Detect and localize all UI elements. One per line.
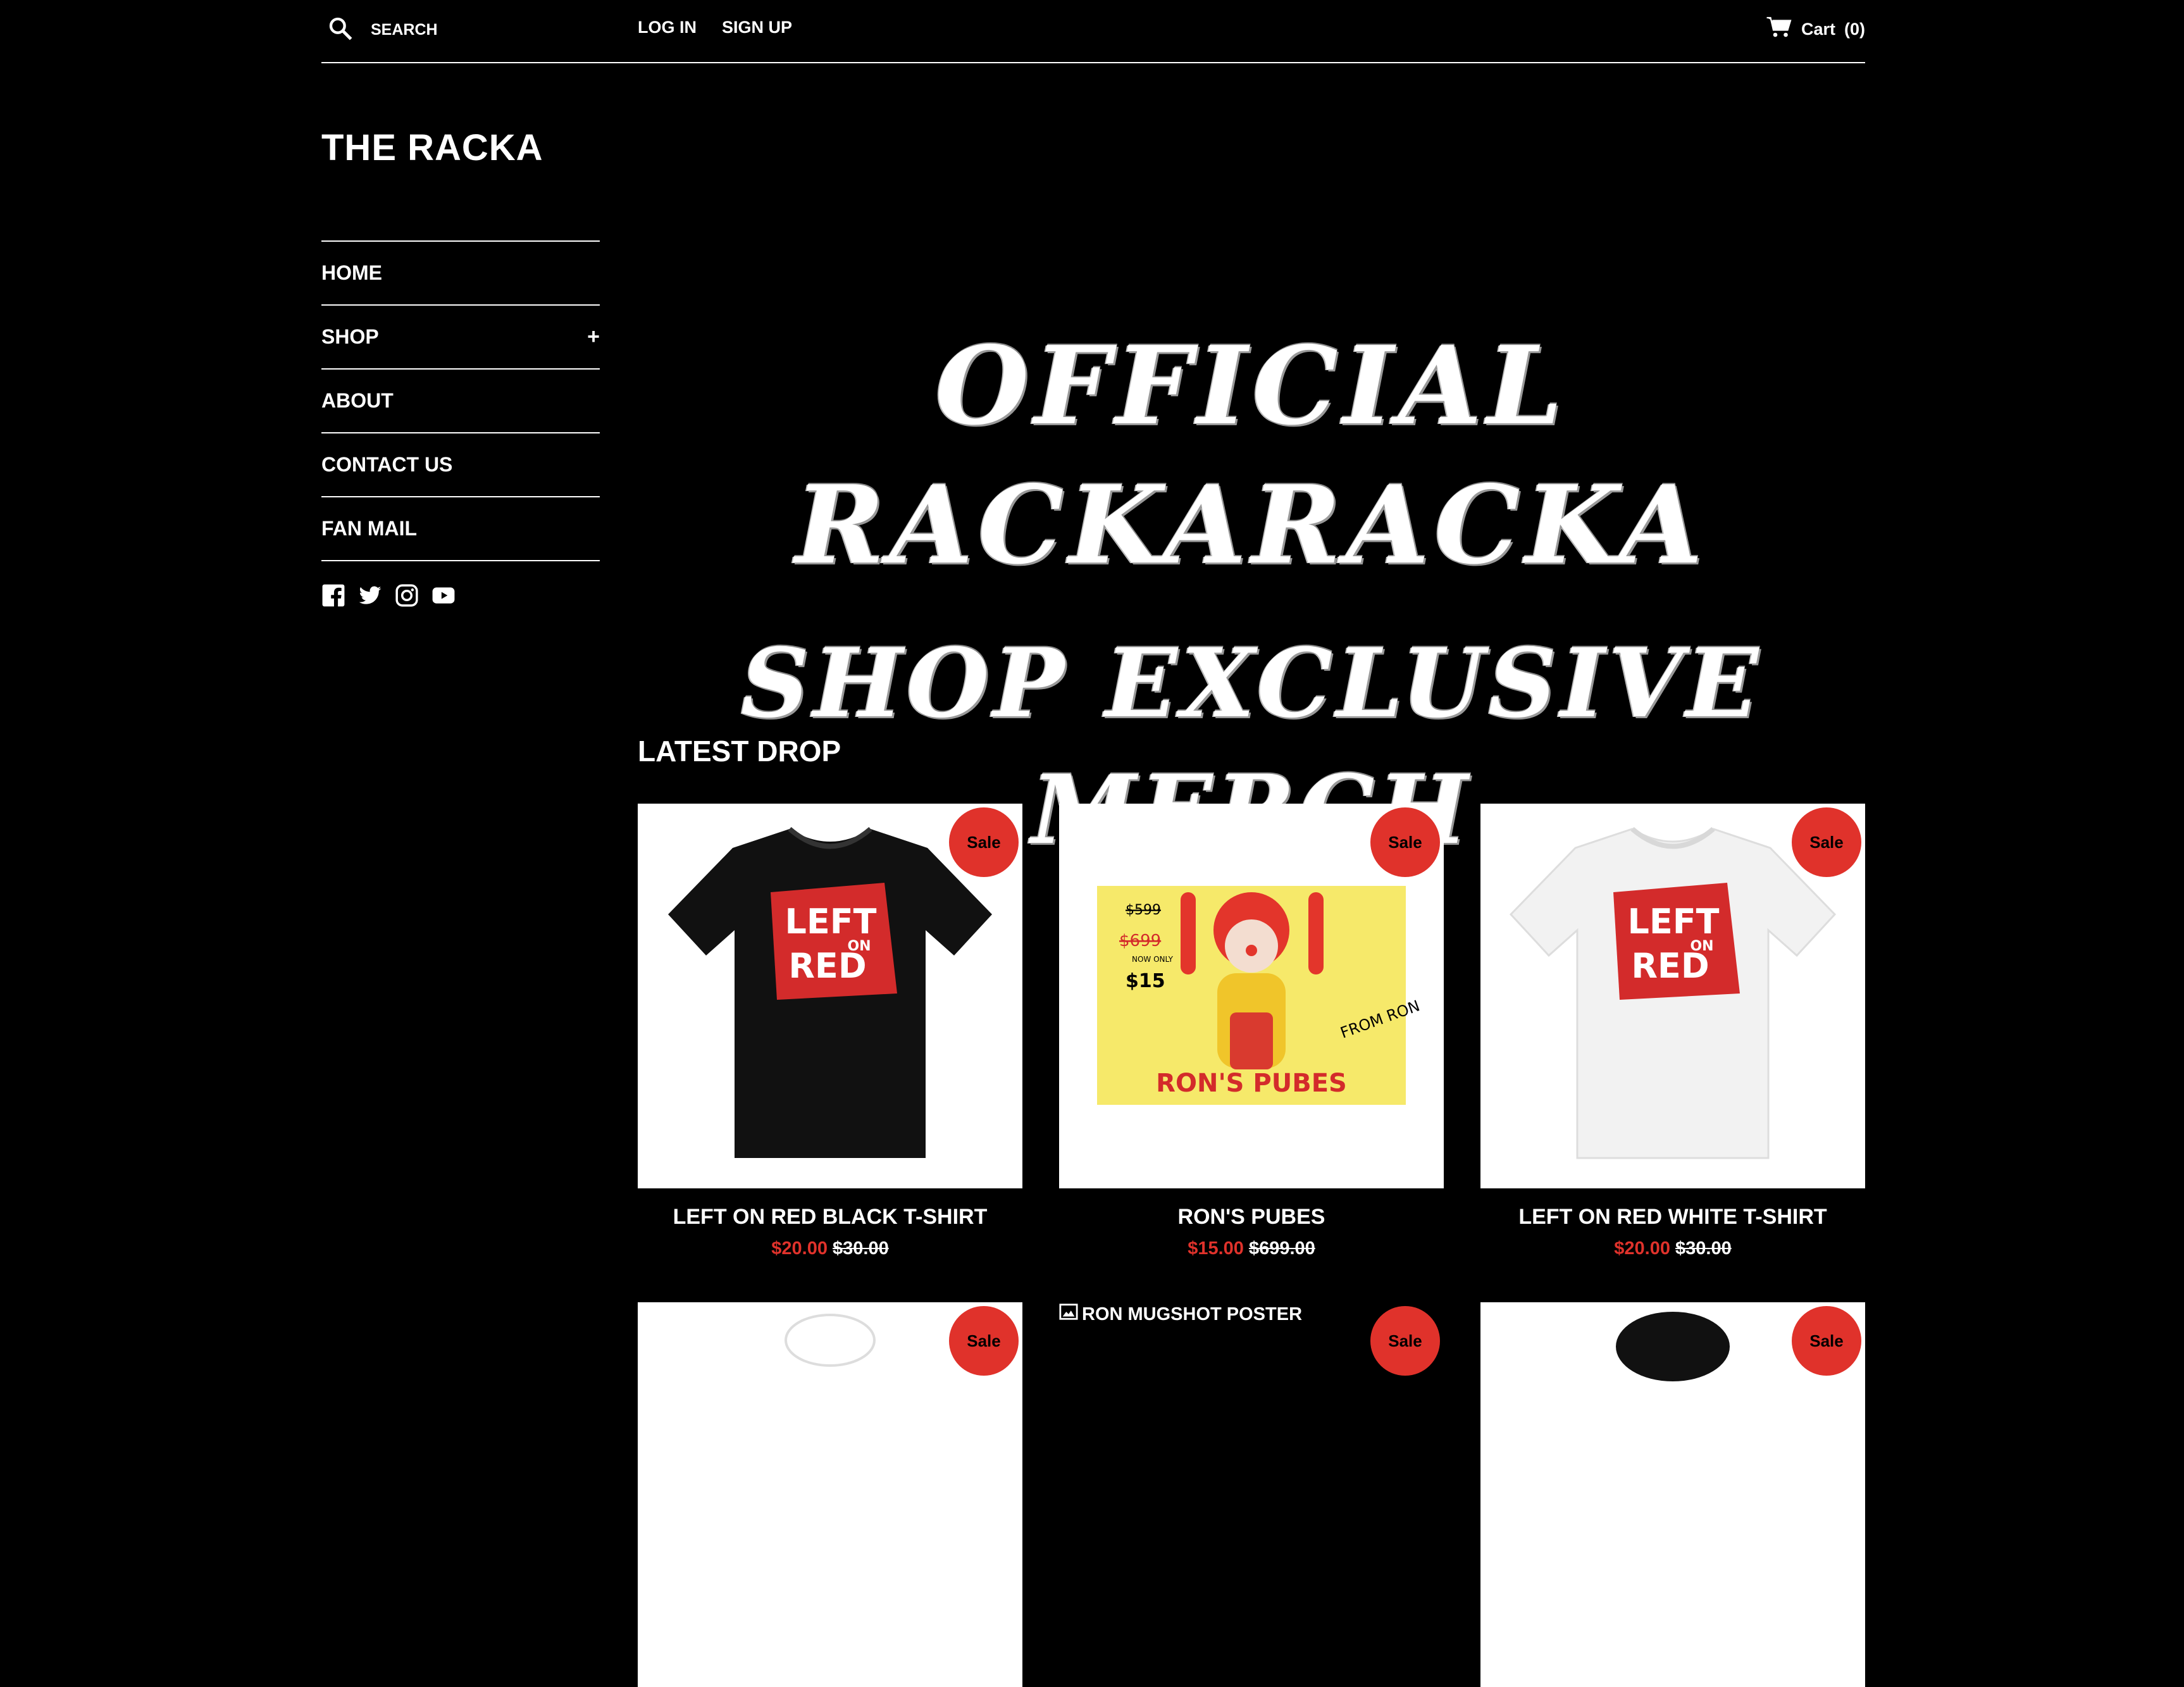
twitter-icon[interactable] bbox=[358, 583, 382, 611]
search-input[interactable] bbox=[369, 20, 612, 40]
sidebar-nav: HOME SHOP + ABOUT CONTACT US FAN MAIL bbox=[321, 240, 600, 561]
cart-icon bbox=[1766, 15, 1792, 44]
sidebar-item-label: SHOP bbox=[321, 325, 379, 348]
compare-price: $30.00 bbox=[1675, 1238, 1732, 1259]
sale-badge: Sale bbox=[1792, 1306, 1861, 1376]
product-card[interactable]: RON'S PUBES $599 $699 NOW ONLY $15 FROM … bbox=[1059, 804, 1444, 1259]
broken-image-icon bbox=[1059, 1302, 1078, 1326]
signup-link[interactable]: SIGN UP bbox=[722, 18, 792, 37]
product-card[interactable]: Sale bbox=[1480, 1302, 1865, 1687]
svg-text:NOW ONLY: NOW ONLY bbox=[1132, 955, 1174, 964]
site-logo[interactable]: THE RACKA bbox=[321, 127, 543, 169]
sale-badge: Sale bbox=[1370, 807, 1440, 877]
product-image-ron-mugshot-poster[interactable]: RON MUGSHOT POSTER Sale bbox=[1059, 1302, 1444, 1687]
sidebar-item-label: HOME bbox=[321, 261, 382, 284]
product-image[interactable]: Sale bbox=[638, 1302, 1022, 1687]
svg-text:RON'S PUBES: RON'S PUBES bbox=[1156, 1069, 1347, 1098]
hero-banner[interactable]: OFFICIAL RACKARACKA SHOP EXCLUSIVE MERCH bbox=[638, 304, 1865, 866]
sidebar-item-label: CONTACT US bbox=[321, 453, 453, 476]
compare-price: $30.00 bbox=[833, 1238, 889, 1259]
sidebar-item-fan-mail[interactable]: FAN MAIL bbox=[321, 497, 600, 561]
svg-text:RED: RED bbox=[788, 946, 866, 986]
sidebar-item-shop[interactable]: SHOP + bbox=[321, 306, 600, 370]
social-links bbox=[321, 583, 456, 611]
hero-line-official: OFFICIAL RACKARACKA bbox=[795, 323, 1708, 588]
product-card[interactable]: Sale bbox=[638, 1302, 1022, 1687]
product-image-black-tshirt[interactable]: LEFT ON RED Sale bbox=[638, 804, 1022, 1188]
product-title[interactable]: RON'S PUBES bbox=[1059, 1205, 1444, 1229]
cart-link[interactable]: Cart (0) bbox=[1766, 15, 1865, 44]
sale-price: $20.00 bbox=[1614, 1238, 1670, 1259]
sale-badge: Sale bbox=[1370, 1306, 1440, 1376]
expand-icon[interactable]: + bbox=[587, 325, 600, 349]
sidebar-item-about[interactable]: ABOUT bbox=[321, 370, 600, 433]
sale-badge: Sale bbox=[949, 1306, 1019, 1376]
product-image[interactable]: Sale bbox=[1480, 1302, 1865, 1687]
sidebar-item-label: FAN MAIL bbox=[321, 517, 418, 540]
facebook-icon[interactable] bbox=[321, 583, 345, 611]
svg-text:LEFT: LEFT bbox=[785, 902, 876, 942]
login-link[interactable]: LOG IN bbox=[638, 18, 697, 37]
product-price: $20.00 $30.00 bbox=[638, 1238, 1022, 1259]
svg-text:$699: $699 bbox=[1119, 931, 1161, 950]
instagram-icon[interactable] bbox=[395, 583, 419, 611]
product-card[interactable]: LEFT ON RED Sale LEFT ON RED WHITE T-SHI… bbox=[1480, 804, 1865, 1259]
cart-label: Cart bbox=[1801, 20, 1835, 39]
account-links: LOG IN SIGN UP bbox=[638, 18, 792, 37]
search-form bbox=[328, 14, 612, 46]
sale-price: $20.00 bbox=[771, 1238, 828, 1259]
sidebar-item-contact-us[interactable]: CONTACT US bbox=[321, 433, 600, 497]
product-image-white-tshirt[interactable]: LEFT ON RED Sale bbox=[1480, 804, 1865, 1188]
sidebar-item-home[interactable]: HOME bbox=[321, 242, 600, 306]
youtube-icon[interactable] bbox=[431, 583, 456, 611]
product-title[interactable]: LEFT ON RED BLACK T-SHIRT bbox=[638, 1205, 1022, 1229]
product-price: $15.00 $699.00 bbox=[1059, 1238, 1444, 1259]
sidebar-item-label: ABOUT bbox=[321, 389, 394, 412]
compare-price: $699.00 bbox=[1248, 1238, 1315, 1259]
image-alt-text: RON MUGSHOT POSTER bbox=[1082, 1304, 1303, 1324]
svg-text:$15: $15 bbox=[1126, 970, 1165, 992]
sale-badge: Sale bbox=[1792, 807, 1861, 877]
search-icon[interactable] bbox=[328, 16, 353, 44]
svg-text:$599: $599 bbox=[1126, 902, 1161, 918]
svg-text:RED: RED bbox=[1631, 946, 1709, 986]
cart-count: (0) bbox=[1844, 20, 1865, 39]
broken-image-alt: RON MUGSHOT POSTER bbox=[1059, 1302, 1302, 1326]
product-card[interactable]: LEFT ON RED Sale LEFT ON RED BLACK T-SHI… bbox=[638, 804, 1022, 1259]
svg-text:LEFT: LEFT bbox=[1627, 902, 1719, 942]
product-card[interactable]: RON MUGSHOT POSTER Sale bbox=[1059, 1302, 1444, 1687]
section-title-latest-drop: LATEST DROP bbox=[638, 735, 841, 768]
product-image-rons-pubes[interactable]: RON'S PUBES $599 $699 NOW ONLY $15 FROM … bbox=[1059, 804, 1444, 1188]
product-price: $20.00 $30.00 bbox=[1480, 1238, 1865, 1259]
sale-badge: Sale bbox=[949, 807, 1019, 877]
sale-price: $15.00 bbox=[1188, 1238, 1244, 1259]
product-title[interactable]: LEFT ON RED WHITE T-SHIRT bbox=[1480, 1205, 1865, 1229]
top-bar: LOG IN SIGN UP Cart (0) bbox=[321, 0, 1865, 63]
